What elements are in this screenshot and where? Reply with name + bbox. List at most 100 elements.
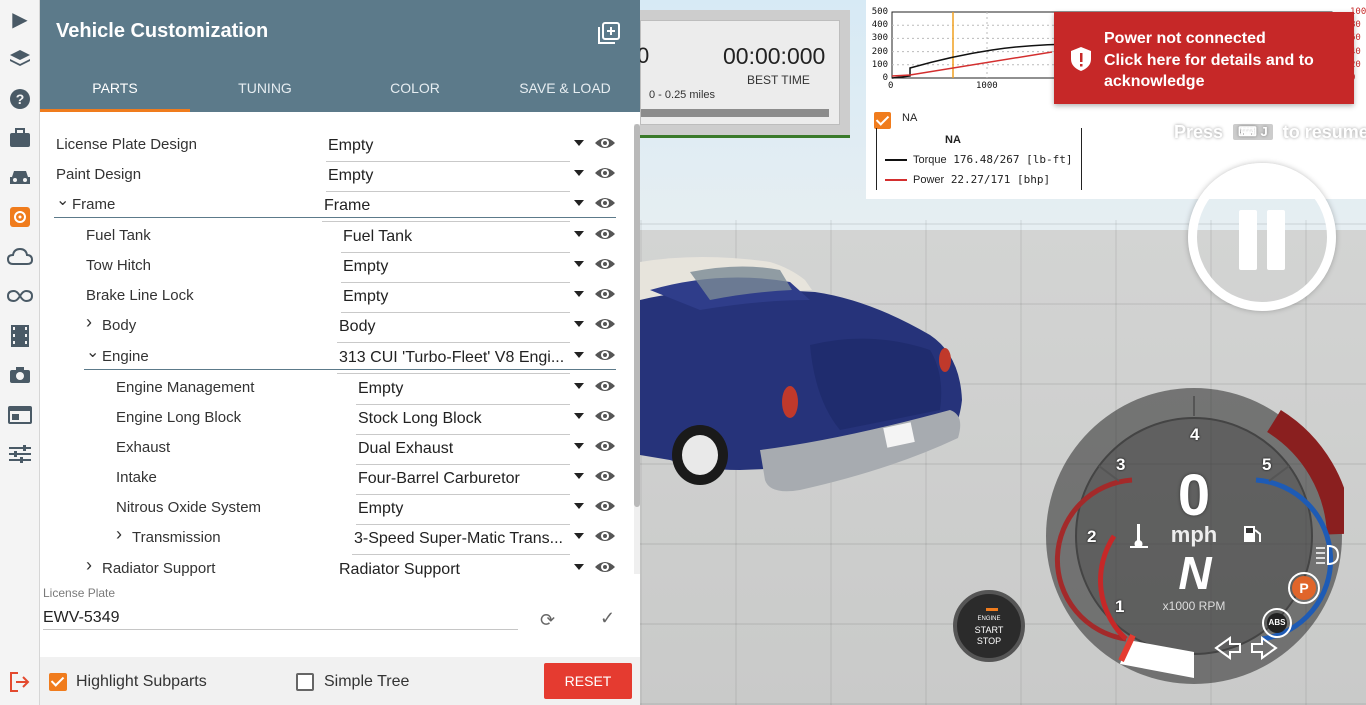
power-swatch bbox=[885, 179, 907, 181]
vehicle-icon[interactable] bbox=[0, 158, 40, 198]
play-icon[interactable]: ▶ bbox=[0, 0, 40, 40]
dropdown-caret-icon[interactable] bbox=[574, 383, 584, 389]
power-curve bbox=[891, 51, 1053, 77]
highlight-subparts-checkbox[interactable] bbox=[49, 673, 67, 691]
apps-icon[interactable] bbox=[0, 395, 40, 435]
rpm-tick-3: 3 bbox=[1116, 455, 1126, 474]
dropdown-caret-icon[interactable] bbox=[574, 473, 584, 479]
parts-scrollbar[interactable] bbox=[634, 124, 640, 574]
vehicle-config-icon[interactable] bbox=[0, 198, 40, 238]
dropdown-caret-icon[interactable] bbox=[574, 533, 584, 539]
settings-sliders-icon[interactable] bbox=[0, 435, 40, 475]
dropdown-caret-icon[interactable] bbox=[574, 231, 584, 237]
rpm-label: x1000 RPM bbox=[1162, 599, 1226, 613]
cloud-icon[interactable] bbox=[0, 237, 40, 277]
dropdown-caret-icon[interactable] bbox=[574, 413, 584, 419]
part-row: Engine Management Empty bbox=[40, 371, 630, 405]
part-label: Exhaust bbox=[116, 439, 171, 456]
dropdown-caret-icon[interactable] bbox=[574, 443, 584, 449]
dropdown-caret-icon[interactable] bbox=[574, 321, 584, 327]
layers-icon[interactable] bbox=[0, 40, 40, 80]
chevron-right-icon[interactable]: › bbox=[116, 524, 122, 545]
visibility-eye-icon[interactable] bbox=[594, 498, 616, 514]
dropdown-caret-icon[interactable] bbox=[574, 200, 584, 206]
visibility-eye-icon[interactable] bbox=[594, 165, 616, 181]
refresh-icon[interactable]: ⟳ bbox=[540, 610, 555, 631]
popout-icon[interactable] bbox=[598, 22, 620, 44]
license-plate-input[interactable] bbox=[43, 606, 518, 630]
rpm-tick-4: 4 bbox=[1190, 425, 1200, 444]
part-label: Fuel Tank bbox=[86, 227, 151, 244]
visibility-eye-icon[interactable] bbox=[594, 195, 616, 211]
parking-label: P bbox=[1299, 580, 1309, 596]
expanded-underline bbox=[84, 369, 616, 370]
best-time-value: 00:00:000 bbox=[723, 43, 826, 69]
visibility-eye-icon[interactable] bbox=[594, 286, 616, 302]
dropdown-caret-icon[interactable] bbox=[574, 261, 584, 267]
abs-label: ABS bbox=[1268, 618, 1286, 627]
notification-title: Power not connected bbox=[1104, 30, 1266, 47]
chevron-down-icon[interactable]: ⌄ bbox=[56, 190, 69, 210]
chevron-right-icon[interactable]: › bbox=[86, 312, 92, 333]
infinity-icon[interactable] bbox=[0, 277, 40, 317]
scrollbar-thumb[interactable] bbox=[634, 124, 640, 507]
visibility-eye-icon[interactable] bbox=[594, 316, 616, 332]
tab-tuning[interactable]: TUNING bbox=[190, 66, 340, 112]
graph-legend: NA Torque 176.48/267 [lb-ft] Power 22.27… bbox=[876, 128, 1082, 190]
dropdown-caret-icon[interactable] bbox=[574, 564, 584, 570]
resume-before: Press bbox=[1174, 122, 1224, 142]
expanded-underline bbox=[54, 217, 616, 218]
part-row: Tow Hitch Empty bbox=[40, 249, 630, 283]
legend-torque: Torque 176.48/267 [lb-ft] bbox=[885, 153, 1072, 166]
tab-save-load[interactable]: SAVE & LOAD bbox=[490, 66, 640, 112]
y-tick-label: 0 bbox=[882, 73, 888, 83]
na-checkbox[interactable] bbox=[874, 112, 891, 129]
help-icon[interactable]: ? bbox=[0, 79, 40, 119]
missions-icon[interactable] bbox=[0, 119, 40, 159]
visibility-eye-icon[interactable] bbox=[594, 438, 616, 454]
visibility-eye-icon[interactable] bbox=[594, 256, 616, 272]
visibility-eye-icon[interactable] bbox=[594, 226, 616, 242]
torque-name: Torque bbox=[913, 154, 947, 166]
exit-icon[interactable] bbox=[0, 667, 40, 697]
film-icon[interactable] bbox=[0, 316, 40, 356]
camera-icon[interactable] bbox=[0, 356, 40, 396]
part-row: Intake Four-Barrel Carburetor bbox=[40, 461, 630, 495]
visibility-eye-icon[interactable] bbox=[594, 378, 616, 394]
part-row: Paint Design Empty bbox=[40, 158, 630, 192]
tab-color[interactable]: COLOR bbox=[340, 66, 490, 112]
engine-indicator bbox=[986, 608, 998, 611]
part-label: Body bbox=[102, 317, 137, 334]
tab-parts[interactable]: PARTS bbox=[40, 66, 190, 112]
engine-start-stop-button[interactable]: ENGINE START STOP bbox=[953, 590, 1025, 662]
dropdown-caret-icon[interactable] bbox=[574, 170, 584, 176]
part-label: Intake bbox=[116, 469, 157, 486]
power-notification[interactable]: Power not connected Click here for detai… bbox=[1054, 12, 1354, 104]
part-label: Engine Long Block bbox=[116, 409, 242, 426]
pause-button[interactable] bbox=[1188, 163, 1336, 311]
visibility-eye-icon[interactable] bbox=[594, 468, 616, 484]
visibility-eye-icon[interactable] bbox=[594, 135, 616, 151]
dropdown-caret-icon[interactable] bbox=[574, 291, 584, 297]
part-row: Exhaust Dual Exhaust bbox=[40, 431, 630, 465]
visibility-eye-icon[interactable] bbox=[594, 408, 616, 424]
power-unit: [bhp] bbox=[1017, 173, 1051, 186]
part-label: License Plate Design bbox=[56, 136, 197, 153]
visibility-eye-icon[interactable] bbox=[594, 559, 616, 575]
visibility-eye-icon[interactable] bbox=[594, 528, 616, 544]
power-value: 22.27/171 bbox=[950, 173, 1011, 186]
apply-check-icon[interactable]: ✓ bbox=[600, 608, 615, 629]
part-label: Frame bbox=[72, 196, 116, 213]
reset-button[interactable]: RESET bbox=[544, 663, 632, 699]
chevron-down-icon[interactable]: ⌄ bbox=[86, 342, 99, 362]
dropdown-caret-icon[interactable] bbox=[574, 140, 584, 146]
part-label: Transmission bbox=[132, 529, 221, 546]
panel-footer: Highlight Subparts Simple Tree RESET bbox=[40, 657, 640, 705]
dropdown-caret-icon[interactable] bbox=[574, 503, 584, 509]
chevron-right-icon[interactable]: › bbox=[86, 555, 92, 576]
dropdown-caret-icon[interactable] bbox=[574, 352, 584, 358]
part-row: ⌄ Frame Frame bbox=[40, 188, 630, 222]
visibility-eye-icon[interactable] bbox=[594, 347, 616, 363]
part-row: Fuel Tank Fuel Tank bbox=[40, 219, 630, 253]
simple-tree-checkbox[interactable] bbox=[296, 673, 314, 691]
